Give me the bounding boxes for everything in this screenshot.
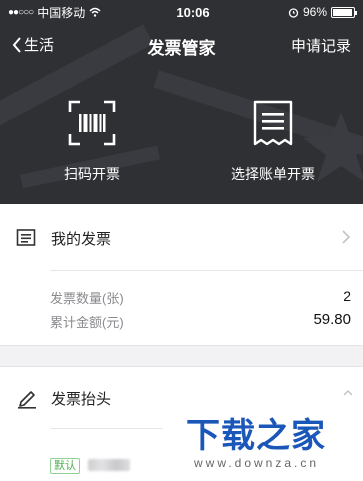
watermark-title: 下载之家 [185, 415, 326, 457]
pen-edit-icon [18, 391, 36, 409]
status-bar: ●●○○○ 中国移动 10:06 96% [0, 0, 363, 24]
my-invoices-label: 我的发票 [51, 231, 112, 248]
apply-records-link[interactable]: 申请记录 [291, 35, 351, 56]
invoice-amount-label: 累计金额(元) [50, 315, 124, 330]
my-invoices-row[interactable]: 我的发票 [0, 204, 363, 270]
divider [50, 428, 163, 429]
blurred-header-name [88, 459, 130, 471]
invoice-amount-value: 59.80 [313, 311, 351, 328]
chevron-up-icon[interactable] [343, 389, 353, 397]
divider [50, 270, 363, 271]
watermark-logo: 下载之家 www.downza.cn [160, 404, 363, 481]
my-invoices-card: 我的发票 发票数量(张) 2 累计金额(元) 59.80 [0, 204, 363, 346]
back-button[interactable]: 生活 [12, 34, 54, 55]
signal-icon: ●●○○○ [8, 6, 34, 18]
scan-invoice-label: 扫码开票 [64, 166, 120, 182]
select-bill-invoice-button[interactable]: 选择账单开票 [203, 100, 343, 184]
header-hero: ●●○○○ 中国移动 10:06 96% 生活 发票管家 申请记录 扫码开票 选… [0, 0, 363, 204]
watermark-url: www.downza.cn [194, 456, 320, 470]
scan-invoice-button[interactable]: 扫码开票 [22, 100, 162, 184]
chevron-left-icon [12, 36, 21, 53]
invoice-header-label[interactable]: 发票抬头 [51, 388, 111, 409]
battery-icon [331, 6, 357, 18]
invoice-count-value: 2 [343, 288, 351, 304]
carrier-name: 中国移动 [37, 5, 86, 20]
nav-bar: 生活 发票管家 申请记录 [0, 24, 363, 66]
invoice-count-row: 发票数量(张) 2 [50, 288, 351, 307]
bill-receipt-icon [253, 100, 293, 146]
invoice-list-icon [16, 229, 36, 246]
battery-percent: 96% [302, 5, 327, 19]
invoice-count-label: 发票数量(张) [50, 291, 124, 306]
alarm-icon [288, 7, 299, 18]
select-bill-invoice-label: 选择账单开票 [231, 166, 315, 182]
invoice-amount-row: 累计金额(元) 59.80 [50, 311, 351, 331]
back-label: 生活 [24, 37, 55, 54]
barcode-scan-icon [68, 100, 116, 146]
chevron-right-icon [342, 230, 351, 244]
default-badge: 默认 [50, 458, 80, 474]
clock: 10:06 [176, 4, 210, 20]
wifi-icon [89, 7, 101, 17]
